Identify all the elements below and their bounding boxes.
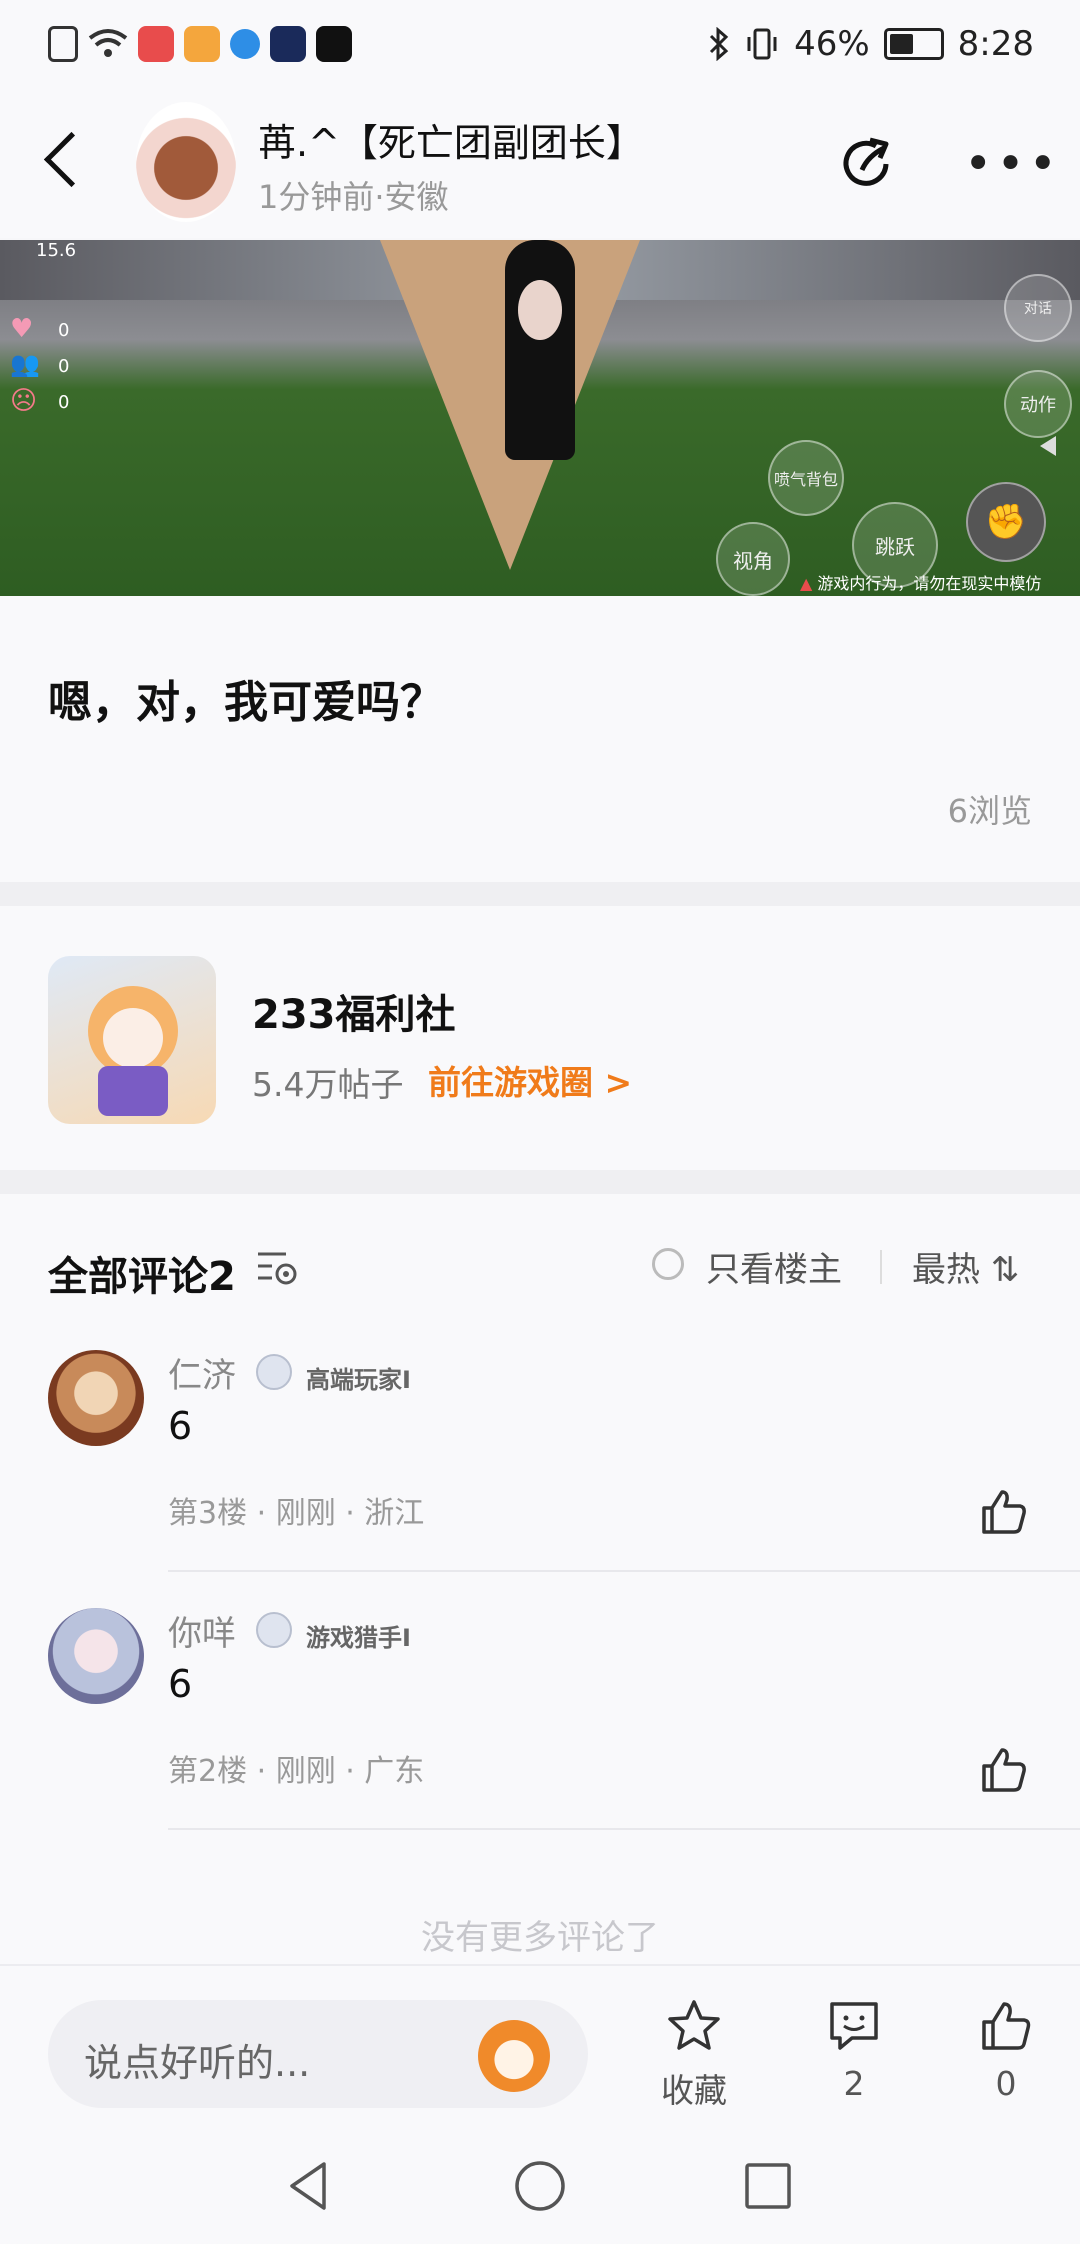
star-icon bbox=[668, 2000, 720, 2050]
filter-icon[interactable] bbox=[256, 1250, 300, 1286]
badge-icon bbox=[256, 1612, 292, 1648]
commenter-badge: 游戏猎手I bbox=[306, 1624, 411, 1652]
stat-friends: 0 bbox=[58, 356, 70, 377]
only-op-label[interactable]: 只看楼主 bbox=[706, 1242, 842, 1291]
like-icon[interactable] bbox=[978, 1744, 1030, 1796]
comment-meta: 第3楼 · 刚刚 · 浙江 bbox=[168, 1496, 425, 1531]
post-text: 嗯，对，我可爱吗？ bbox=[48, 677, 444, 728]
back-arrow-icon[interactable] bbox=[43, 131, 100, 188]
angry-icon: ☹ bbox=[10, 386, 38, 416]
post-header: 苒.^【死亡团副团长】 1分钟前·安徽 ••• bbox=[0, 96, 1080, 238]
status-bar: 46% 8:28 bbox=[0, 0, 1080, 96]
circle-name[interactable]: 233福利社 bbox=[252, 982, 456, 1040]
comment-meta: 第2楼 · 刚刚 · 广东 bbox=[168, 1754, 425, 1789]
view-button[interactable]: 视角 bbox=[716, 522, 790, 596]
comment-divider bbox=[168, 1570, 1080, 1572]
battery-icon bbox=[883, 28, 944, 60]
comments-section: 全部评论2 只看楼主 最热 ⇅ 仁济 高端玩家I 6 第3楼 · 刚刚 · 浙江… bbox=[0, 1194, 1080, 1964]
comment-text: 6 bbox=[168, 1662, 193, 1706]
comment-button[interactable]: 2 bbox=[794, 1996, 914, 2103]
app-icon-anime bbox=[184, 26, 220, 62]
author-avatar[interactable] bbox=[136, 102, 236, 222]
circle-avatar[interactable] bbox=[48, 956, 216, 1124]
tiktok-icon bbox=[316, 26, 352, 62]
view-count: 6浏览 bbox=[947, 792, 1032, 830]
system-nav-bar bbox=[0, 2116, 1080, 2244]
post-content: 嗯，对，我可爱吗？ 6浏览 bbox=[0, 596, 1080, 882]
heart-icon: ♥ bbox=[10, 314, 34, 344]
bottom-action-bar: 说点好听的... 收藏 2 0 bbox=[0, 1964, 1080, 2118]
commenter-name[interactable]: 你咩 bbox=[168, 1606, 236, 1655]
section-divider bbox=[0, 1170, 1080, 1194]
warning-icon: ▲ bbox=[800, 574, 813, 593]
app-icon-blue bbox=[230, 29, 260, 59]
app-icon-robot bbox=[270, 26, 306, 62]
comment-divider bbox=[168, 1828, 1080, 1830]
comments-header: 全部评论2 bbox=[48, 1254, 236, 1300]
notification-icons bbox=[48, 26, 352, 62]
goto-circle-link[interactable]: 前往游戏圈 > bbox=[428, 1056, 632, 1104]
stat-like: 0 bbox=[58, 320, 70, 341]
status-right: 46% 8:28 bbox=[708, 24, 1034, 64]
comment-text: 6 bbox=[168, 1404, 193, 1448]
like-count: 0 bbox=[995, 2064, 1017, 2103]
commenter-badge: 高端玩家I bbox=[306, 1366, 411, 1394]
app-icon-red bbox=[138, 26, 174, 62]
nav-home-icon[interactable] bbox=[510, 2156, 570, 2216]
vibrate-icon bbox=[747, 28, 777, 60]
commenter-avatar[interactable] bbox=[48, 1608, 144, 1704]
wifi-icon bbox=[88, 29, 128, 57]
circle-post-count: 5.4万帖子 bbox=[252, 1065, 404, 1104]
more-options-icon[interactable]: ••• bbox=[964, 140, 1061, 188]
game-circle-card[interactable]: 233福利社 5.4万帖子 前往游戏圈 > bbox=[0, 906, 1080, 1170]
nav-back-icon[interactable] bbox=[280, 2156, 340, 2216]
mascot-emoji-icon[interactable] bbox=[478, 2020, 550, 2092]
nav-recents-icon[interactable] bbox=[738, 2156, 798, 2216]
action-button[interactable]: 动作 bbox=[1004, 370, 1072, 438]
bluetooth-icon bbox=[710, 27, 729, 61]
chat-button[interactable]: 对话 bbox=[1004, 274, 1072, 342]
comment-placeholder: 说点好听的... bbox=[84, 2041, 311, 2085]
punch-icon[interactable]: ✊ bbox=[966, 482, 1046, 562]
stat-fps: 15.6 bbox=[36, 240, 77, 261]
post-time-location: 1分钟前·安徽 bbox=[258, 178, 449, 216]
section-divider bbox=[0, 882, 1080, 906]
like-icon[interactable] bbox=[978, 1486, 1030, 1538]
badge-icon bbox=[256, 1354, 292, 1390]
stat-dislike: 0 bbox=[58, 392, 70, 413]
battery-percent: 46% bbox=[794, 24, 870, 64]
video-warning: ▲ 游戏内行为，请勿在现实中模仿 bbox=[800, 570, 1041, 594]
users-icon: 👥 bbox=[10, 350, 40, 378]
no-more-comments: 没有更多评论了 bbox=[421, 1918, 659, 1958]
jetpack-button[interactable]: 喷气背包 bbox=[768, 440, 844, 516]
commenter-name[interactable]: 仁济 bbox=[168, 1348, 236, 1397]
favorite-button[interactable]: 收藏 bbox=[634, 1996, 754, 2112]
video-character bbox=[505, 240, 575, 460]
author-name[interactable]: 苒.^【死亡团副团长】 bbox=[258, 112, 644, 167]
share-icon[interactable] bbox=[840, 134, 900, 194]
comment-input[interactable]: 说点好听的... bbox=[48, 2000, 588, 2108]
alert-icon bbox=[48, 26, 78, 62]
comment-bubble-icon bbox=[830, 2002, 878, 2050]
collapse-arrow-icon[interactable] bbox=[1040, 436, 1056, 456]
comment-count: 2 bbox=[843, 2064, 865, 2103]
sort-hot-button[interactable]: 最热 ⇅ bbox=[912, 1242, 1019, 1291]
thumbs-up-icon bbox=[982, 2002, 1031, 2050]
favorite-label: 收藏 bbox=[661, 2071, 727, 2110]
warning-text: 游戏内行为，请勿在现实中模仿 bbox=[817, 574, 1042, 593]
like-button[interactable]: 0 bbox=[946, 1996, 1066, 2103]
divider bbox=[880, 1250, 882, 1284]
video-character-face bbox=[518, 280, 562, 340]
clock: 8:28 bbox=[957, 24, 1034, 64]
commenter-avatar[interactable] bbox=[48, 1350, 144, 1446]
game-video[interactable]: 15.6 ♥ 0 👥 0 ☹ 0 喷气背包 跳跃 视角 对话 动作 ✊ ▲ 游戏… bbox=[0, 240, 1080, 596]
only-op-radio[interactable] bbox=[652, 1248, 684, 1280]
